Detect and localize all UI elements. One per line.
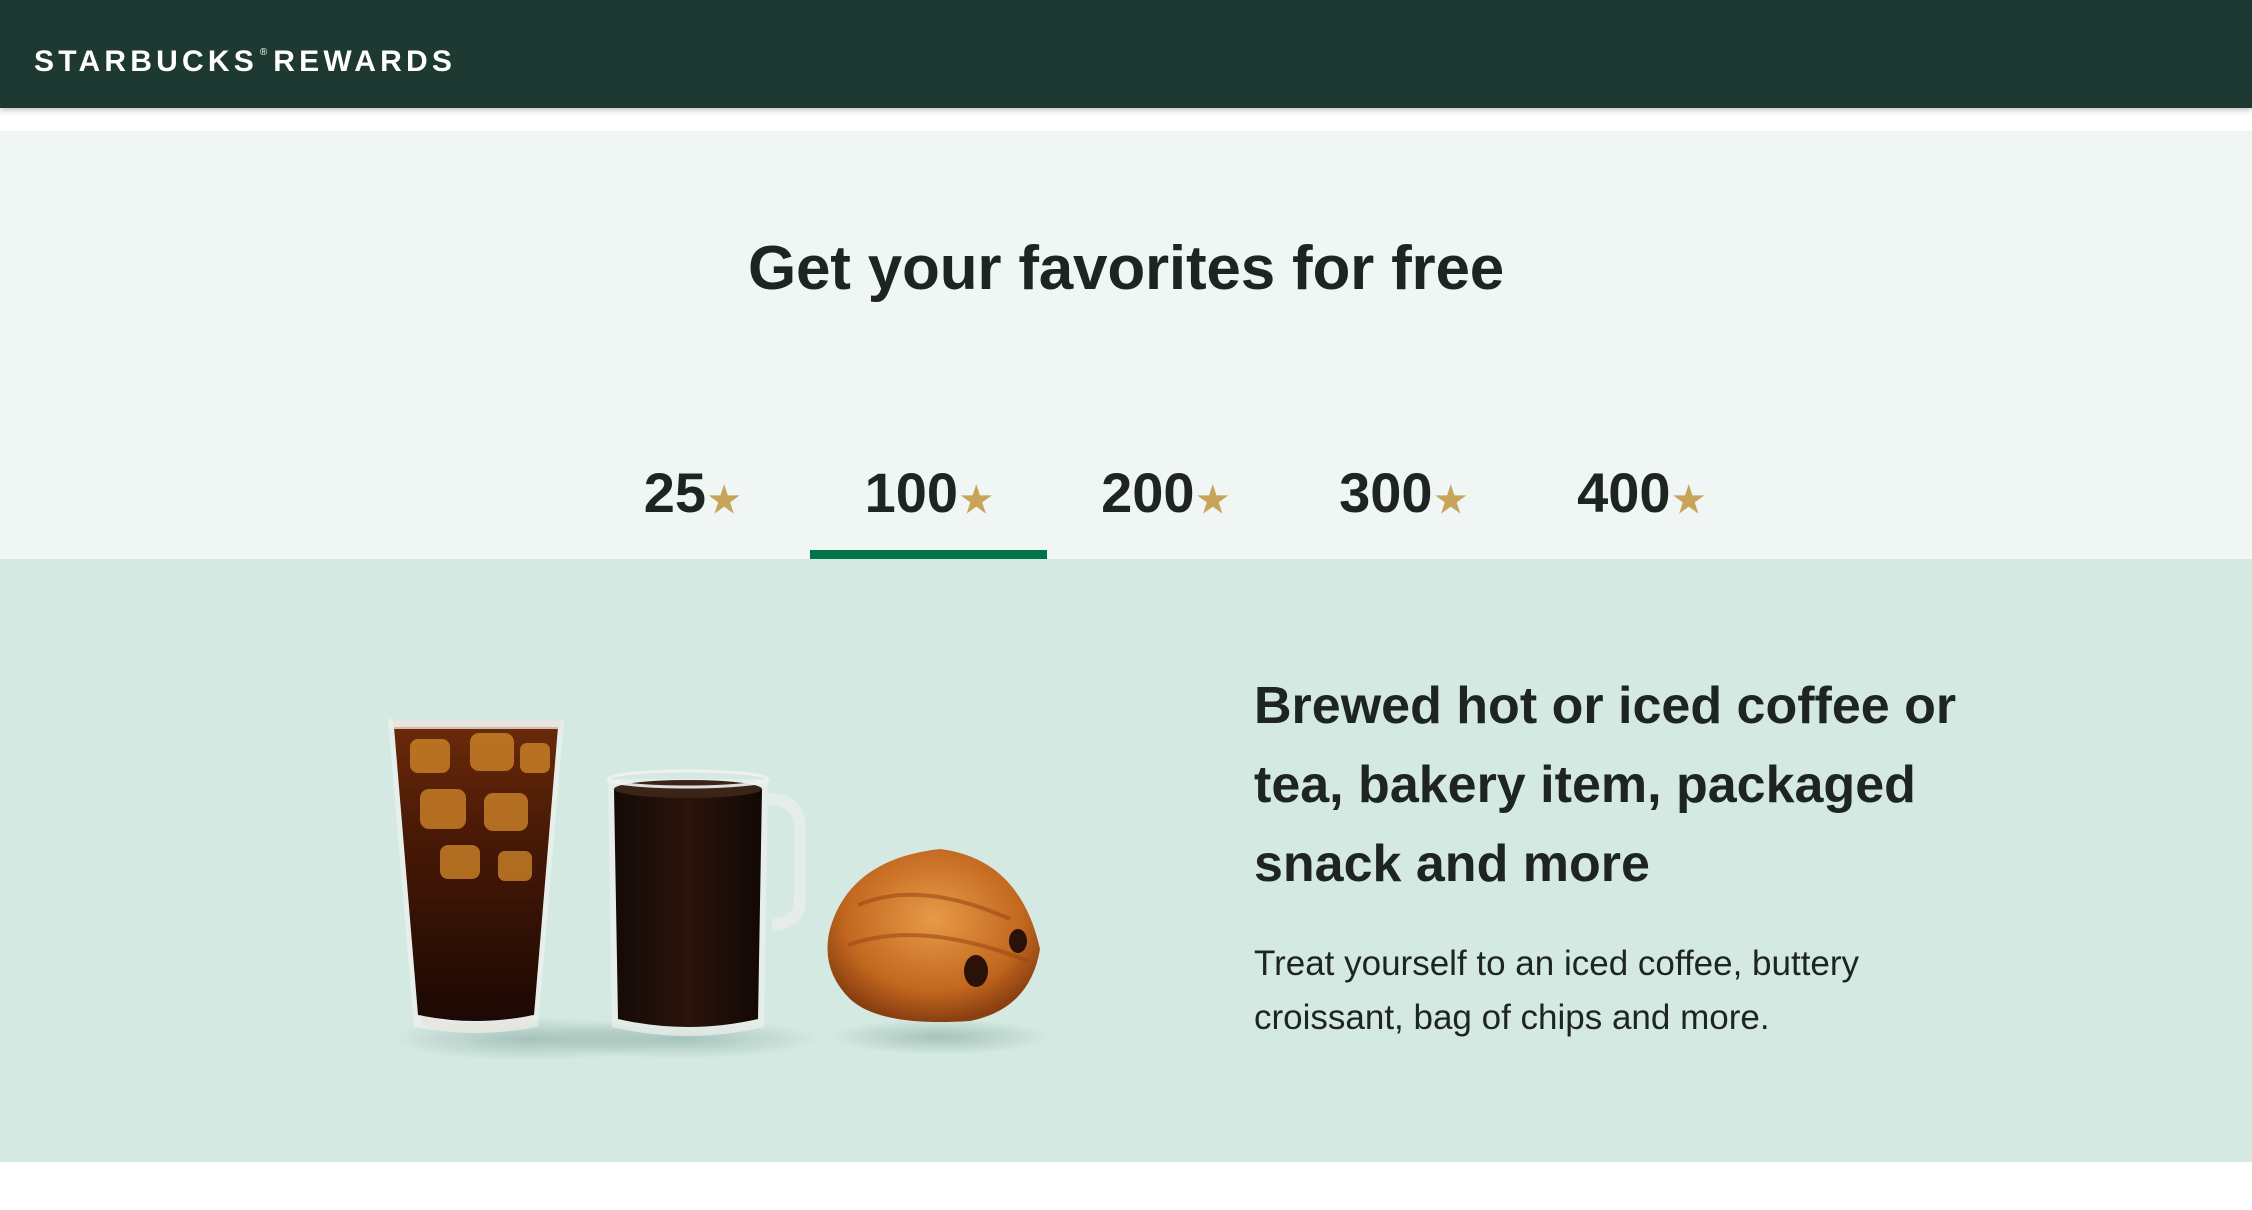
tab-value: 100 xyxy=(864,461,959,524)
tab-label-200: 200★ xyxy=(1101,461,1229,532)
tab-200-stars[interactable]: 200★ xyxy=(1080,439,1250,559)
brand-name: STARBUCKS xyxy=(34,45,258,78)
reward-tiers-section: Get your favorites for free 25★ 100★ 200… xyxy=(0,131,2252,559)
tiers-heading: Get your favorites for free xyxy=(747,234,1505,303)
star-icon: ★ xyxy=(1434,479,1467,520)
brand-suffix: REWARDS xyxy=(273,45,457,78)
tab-label-300: 300★ xyxy=(1339,461,1467,532)
star-icon: ★ xyxy=(1672,479,1705,520)
tab-value: 400 xyxy=(1577,461,1671,524)
tab-300-stars[interactable]: 300★ xyxy=(1318,439,1488,559)
tab-400-stars[interactable]: 400★ xyxy=(1556,439,1726,559)
reward-title: Brewed hot or iced coffee or tea, bakery… xyxy=(1254,677,1957,893)
tab-label-400: 400★ xyxy=(1577,461,1705,532)
starbucks-rewards-logo[interactable]: STARBUCKS ® REWARDS xyxy=(34,33,456,82)
active-tab-indicator xyxy=(810,550,1047,559)
tab-value: 200 xyxy=(1101,461,1195,524)
reward-description: Treat yourself to an iced coffee, butter… xyxy=(1254,944,1860,1037)
hot-coffee-mug-icon xyxy=(606,769,806,1036)
star-icon: ★ xyxy=(1196,479,1229,520)
tab-value: 300 xyxy=(1339,461,1433,524)
tab-label-100: 100★ xyxy=(865,461,993,532)
top-navigation-bar: STARBUCKS ® REWARDS xyxy=(0,0,2252,108)
rewards-page: STARBUCKS ® REWARDS Get your favorites for… xyxy=(0,0,2252,1210)
registered-mark: ® xyxy=(259,47,268,58)
iced-coffee-glass-icon xyxy=(388,719,564,1033)
tab-100-stars[interactable]: 100★ xyxy=(810,439,1047,559)
tab-label-25: 25★ xyxy=(644,461,741,532)
star-icon: ★ xyxy=(960,479,993,520)
tab-value: 25 xyxy=(643,461,706,524)
chocolate-croissant-icon xyxy=(827,849,1040,1023)
tab-25-stars[interactable]: 25★ xyxy=(614,439,770,559)
star-icon: ★ xyxy=(708,479,741,520)
reward-product-image xyxy=(388,719,1050,1059)
reward-details-panel: Brewed hot or iced coffee or tea, bakery… xyxy=(0,559,2252,1162)
